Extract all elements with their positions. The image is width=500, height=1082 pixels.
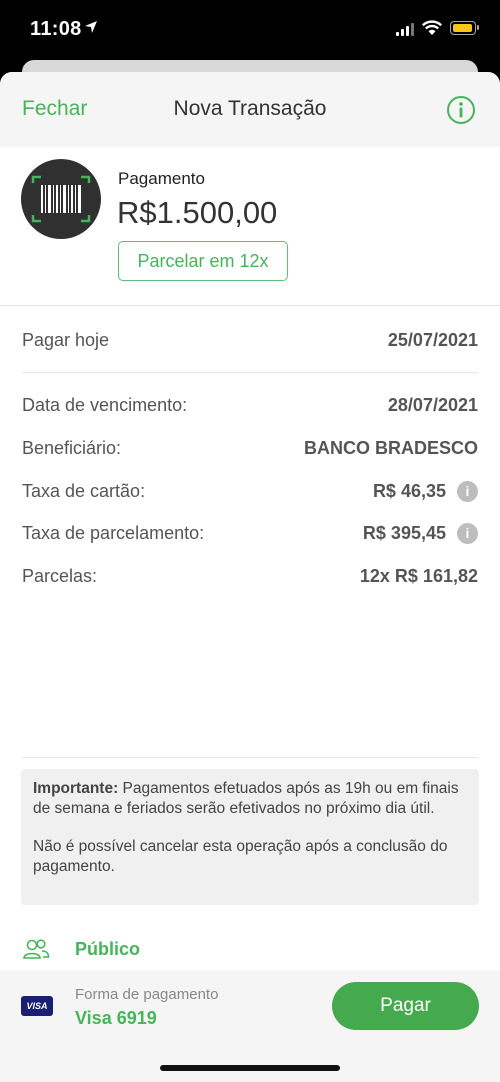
card-fee-value: R$ 46,35 — [372, 480, 446, 501]
status-bar: 11:08 — [0, 0, 500, 60]
pay-button[interactable]: Pagar — [332, 982, 479, 1030]
home-indicator — [160, 1065, 340, 1071]
payment-method-value[interactable]: Visa 6919 — [75, 1008, 157, 1029]
info-icon[interactable]: i — [457, 522, 478, 544]
payment-header: Pagamento R$1.500,00 Parcelar em 12x — [0, 147, 500, 306]
due-date-label: Data de vencimento: — [22, 394, 188, 415]
important-notice: Importante: Pagamentos efetuados após as… — [21, 769, 479, 905]
divider — [22, 372, 478, 373]
pay-today-value: 25/07/2021 — [387, 329, 478, 350]
payment-method-label: Forma de pagamento — [75, 986, 219, 1003]
location-arrow-icon — [85, 21, 97, 33]
page-title: Nova Transação — [173, 97, 327, 120]
people-icon — [23, 939, 50, 959]
due-date-row: Data de vencimento: 28/07/2021 — [22, 390, 478, 420]
installment-fee-label: Taxa de parcelamento: — [22, 522, 205, 543]
info-icon[interactable]: i — [457, 480, 478, 502]
card-fee-row: Taxa de cartão: R$ 46,35 i — [22, 476, 478, 506]
notice-text-2: Não é possível cancelar esta operação ap… — [33, 838, 448, 875]
installment-fee-row: Taxa de parcelamento: R$ 395,45 i — [22, 518, 478, 548]
cellular-signal-icon — [396, 22, 414, 36]
nav-bar: Fechar Nova Transação — [0, 72, 500, 147]
card-fee-label: Taxa de cartão: — [22, 480, 146, 501]
installment-button[interactable]: Parcelar em 12x — [118, 241, 288, 281]
installments-row: Parcelas: 12x R$ 161,82 — [22, 561, 478, 591]
visa-card-icon: VISA — [21, 996, 53, 1016]
transaction-sheet: Fechar Nova Transação Pagamento R$1.500,… — [0, 72, 500, 1082]
privacy-label: Público — [75, 938, 141, 959]
status-time: 11:08 — [30, 18, 82, 40]
payment-type: Pagamento — [118, 169, 205, 188]
battery-icon — [450, 21, 479, 35]
installments-value: 12x R$ 161,82 — [359, 565, 478, 586]
beneficiary-value: BANCO BRADESCO — [303, 437, 478, 458]
barcode-icon — [21, 159, 101, 239]
beneficiary-label: Beneficiário: — [22, 437, 122, 458]
installments-label: Parcelas: — [22, 565, 98, 586]
info-icon[interactable] — [446, 95, 476, 125]
notice-bold: Importante: — [33, 780, 119, 797]
payment-amount: R$1.500,00 — [117, 195, 278, 230]
installment-fee-value: R$ 395,45 — [362, 522, 446, 543]
pay-today-row: Pagar hoje 25/07/2021 — [22, 325, 478, 355]
privacy-selector[interactable]: Público — [22, 938, 140, 960]
divider — [22, 757, 478, 758]
beneficiary-row: Beneficiário: BANCO BRADESCO — [22, 433, 478, 463]
wifi-icon — [421, 20, 443, 35]
pay-today-label: Pagar hoje — [22, 329, 110, 350]
due-date-value: 28/07/2021 — [387, 394, 478, 415]
